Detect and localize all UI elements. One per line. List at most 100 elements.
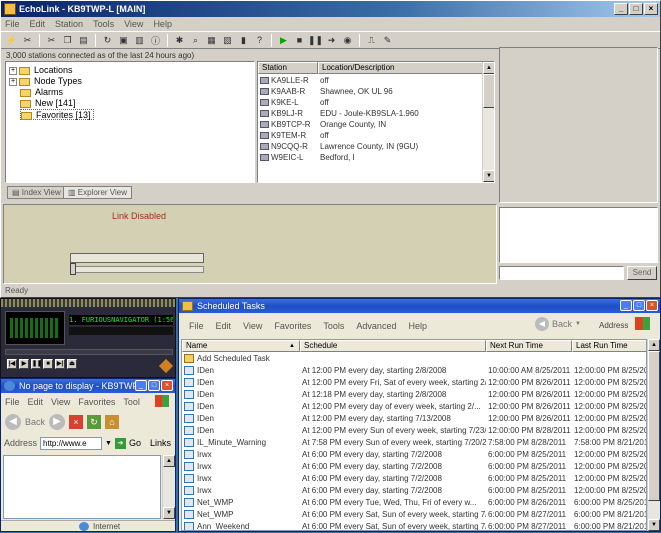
tasks-maximize-button[interactable]: □	[633, 300, 645, 311]
echolink-titlebar[interactable]: EchoLink - KB9TWP-L [MAIN] _ □ ×	[1, 1, 660, 17]
ie-menu-edit[interactable]: Edit	[28, 395, 44, 409]
scroll-up-button[interactable]: ▲	[483, 62, 494, 74]
column-header-next-run[interactable]: Next Run Time	[486, 340, 572, 352]
ie-maximize-button[interactable]: □	[148, 380, 160, 391]
eject-button[interactable]: ⏏	[67, 359, 77, 369]
back-arrow-icon[interactable]: ◀	[5, 414, 21, 430]
links-button[interactable]: Links	[150, 438, 171, 448]
forward-icon[interactable]: ➜	[325, 34, 338, 47]
tasks-scroll-thumb[interactable]	[648, 351, 660, 501]
tasks-list-view[interactable]: Name ▲ Schedule Next Run Time Last Run T…	[181, 339, 647, 531]
station-row[interactable]: KA9LLE-R off	[258, 75, 482, 86]
forward-arrow-icon[interactable]: ▶	[49, 414, 66, 430]
play-icon[interactable]: ▶	[277, 34, 290, 47]
station-list[interactable]: Station Location/Description KA9LLE-R off…	[257, 61, 495, 183]
ie-menu-file[interactable]: File	[5, 395, 20, 409]
expand-icon[interactable]: +	[9, 66, 17, 75]
station-row[interactable]: W9EIC-L Bedford, I	[258, 152, 482, 163]
task-row[interactable]: IL_Minute_Warning At 7:58 PM every Sun of…	[182, 437, 646, 449]
go-arrow-icon[interactable]: ➜	[114, 437, 126, 449]
maximize-button[interactable]: □	[629, 3, 643, 15]
column-header-station[interactable]: Station	[258, 62, 318, 74]
task-row[interactable]: Irwx At 6:00 PM every day, starting 7/2/2…	[182, 485, 646, 497]
help-icon[interactable]: ?	[253, 34, 266, 47]
copy-icon[interactable]: ❐	[61, 34, 74, 47]
expand-icon[interactable]: +	[9, 77, 17, 86]
ie-menu-favorites[interactable]: Favorites	[78, 395, 115, 409]
ie-content-area[interactable]	[3, 455, 161, 519]
options-icon[interactable]: ▧	[221, 34, 234, 47]
tools-icon[interactable]: ✱	[173, 34, 186, 47]
tasks-menu-favorites[interactable]: Favorites	[274, 319, 311, 333]
task-row[interactable]: Irwx At 6:00 PM every day, starting 7/2/2…	[182, 461, 646, 473]
column-header-schedule[interactable]: Schedule	[300, 340, 486, 352]
tasks-minimize-button[interactable]: _	[620, 300, 632, 311]
station-row[interactable]: K9KE-L off	[258, 97, 482, 108]
task-row[interactable]: Net_WMP At 6:00 PM every Sat, Sun of ever…	[182, 509, 646, 521]
folder-icon[interactable]: ▥	[133, 34, 146, 47]
address-dropdown-icon[interactable]: ▼	[105, 440, 112, 447]
player-titlebar[interactable]	[1, 299, 175, 307]
pause-icon[interactable]: ❚❚	[308, 34, 323, 47]
menu-file[interactable]: File	[5, 17, 20, 31]
pause-button[interactable]: ❚❚	[31, 359, 42, 369]
text-chat-pane[interactable]	[499, 207, 658, 263]
tasks-menu-view[interactable]: View	[243, 319, 262, 333]
home-icon[interactable]: ⌂	[105, 415, 120, 429]
station-row[interactable]: N9CQQ-R Lawrence County, IN (9GU)	[258, 141, 482, 152]
column-header-location[interactable]: Location/Description	[318, 62, 484, 74]
stop-button[interactable]: ■	[43, 359, 53, 369]
tree-item-alarms[interactable]: Alarms	[20, 87, 63, 98]
properties-icon[interactable]: ▣	[117, 34, 130, 47]
scroll-down-button[interactable]: ▼	[483, 170, 494, 182]
refresh-icon[interactable]: ↻	[87, 415, 102, 429]
info-icon[interactable]: ⓘ	[149, 34, 162, 47]
ie-minimize-button[interactable]: _	[135, 380, 147, 391]
task-row[interactable]: IDen At 12:00 PM every Sun of every week,…	[182, 425, 646, 437]
menu-help[interactable]: Help	[153, 17, 172, 31]
close-button[interactable]: ×	[644, 3, 658, 15]
menu-station[interactable]: Station	[55, 17, 83, 31]
ie-close-button[interactable]: ×	[161, 380, 173, 391]
tree-item-node-types[interactable]: + Node Types	[9, 76, 82, 87]
station-row[interactable]: K9TEM-R off	[258, 130, 482, 141]
ie-back-label[interactable]: Back	[25, 417, 45, 427]
ie-scroll-down[interactable]: ▼	[163, 507, 175, 519]
column-header-name[interactable]: Name ▲	[182, 340, 300, 352]
position-slider[interactable]	[5, 349, 173, 355]
minimize-button[interactable]: _	[614, 3, 628, 15]
menu-tools[interactable]: Tools	[93, 17, 114, 31]
paste-icon[interactable]: ▤	[77, 34, 90, 47]
task-row[interactable]: Ann_Weekend At 6:00 PM every Sat, Sun of …	[182, 521, 646, 530]
connect-icon[interactable]: ⚡	[5, 34, 18, 47]
tasks-menu-help[interactable]: Help	[408, 319, 427, 333]
record-icon[interactable]: ◉	[341, 34, 354, 47]
tasks-back-button[interactable]: ◀ Back ▼	[535, 317, 581, 331]
task-row[interactable]: Net_WMP At 6:00 PM every Tue, Wed, Thu, F…	[182, 497, 646, 509]
scroll-thumb[interactable]	[483, 74, 494, 108]
add-scheduled-task-item[interactable]: Add Scheduled Task	[182, 353, 646, 365]
tree-item-locations[interactable]: + Locations	[9, 65, 73, 76]
disconnect-icon[interactable]: ✂	[21, 34, 34, 47]
ie-scroll-up[interactable]: ▲	[163, 455, 175, 467]
tasks-menu-edit[interactable]: Edit	[216, 319, 232, 333]
tree-item-favorites[interactable]: Favorites [13]	[20, 109, 94, 120]
column-header-last-run[interactable]: Last Run Time	[572, 340, 646, 352]
tab-index-view[interactable]: ▤ Index View	[7, 186, 66, 199]
ie-menu-view[interactable]: View	[51, 395, 70, 409]
tasks-close-button[interactable]: ×	[646, 300, 658, 311]
tasks-menu-advanced[interactable]: Advanced	[356, 319, 396, 333]
go-button[interactable]: Go	[129, 438, 141, 448]
monitor-icon[interactable]: ⎍	[365, 34, 378, 47]
station-row[interactable]: KB9LJ-R EDU - Joule-KB9SLA-1.960	[258, 108, 482, 119]
play-button[interactable]: ▶	[19, 359, 29, 369]
station-list-scrollbar[interactable]: ▲ ▼	[482, 62, 494, 182]
ie-scrollbar[interactable]: ▲ ▼	[162, 455, 175, 519]
task-row[interactable]: IDen At 12:00 PM every day, starting 2/8/…	[182, 365, 646, 377]
refresh-icon[interactable]: ↻	[101, 34, 114, 47]
menu-edit[interactable]: Edit	[30, 17, 46, 31]
tasks-scrollbar[interactable]: ▲ ▼	[647, 339, 660, 531]
tasks-titlebar[interactable]: Scheduled Tasks	[179, 299, 660, 313]
tree-item-new[interactable]: New [141]	[20, 98, 76, 109]
save-icon[interactable]: ▦	[205, 34, 218, 47]
